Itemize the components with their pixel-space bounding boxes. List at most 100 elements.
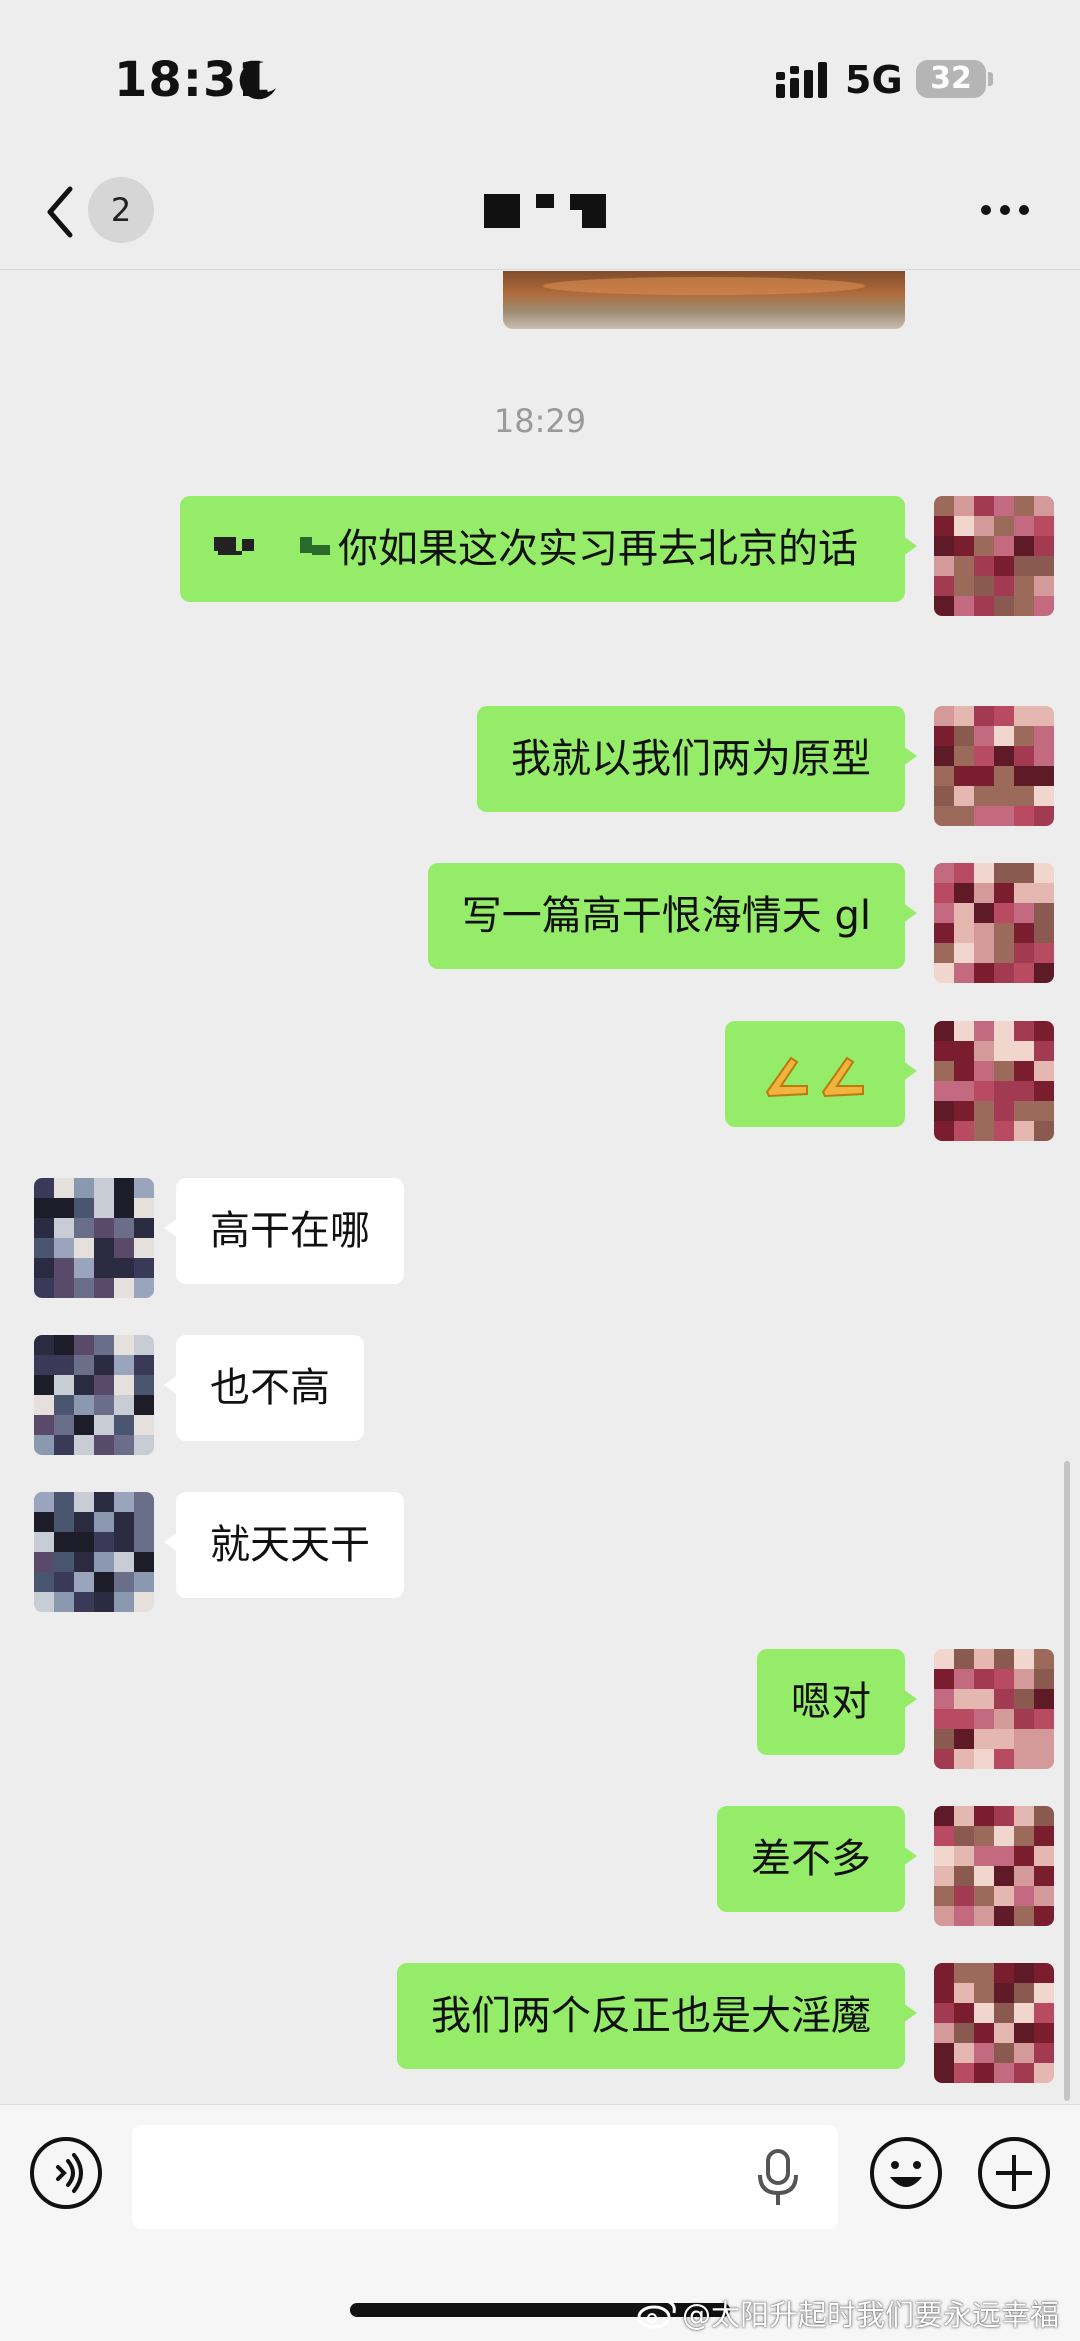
avatar-mosaic-cell	[134, 1198, 154, 1218]
my-message-bubble[interactable]: 你如果这次实习再去北京的话	[180, 496, 917, 602]
weibo-logo-icon	[637, 2299, 676, 2329]
avatar-mosaic-cell	[974, 746, 994, 766]
emoji-button-icon[interactable]	[868, 2135, 944, 2211]
avatar-mosaic-cell	[74, 1435, 94, 1455]
avatar-mosaic-cell	[114, 1435, 134, 1455]
avatar-mosaic-cell	[994, 1886, 1014, 1906]
contact-avatar[interactable]	[34, 1178, 154, 1298]
avatar-mosaic-cell	[34, 1178, 54, 1198]
my-avatar[interactable]	[934, 706, 1054, 826]
avatar-mosaic-cell	[994, 2063, 1014, 2083]
avatar-mosaic-cell	[1034, 1846, 1054, 1866]
avatar-mosaic-cell	[1034, 496, 1054, 516]
avatar-mosaic-cell	[994, 1081, 1014, 1101]
avatar-mosaic-cell	[74, 1238, 94, 1258]
unread-count-badge[interactable]: 2	[88, 177, 154, 243]
avatar-mosaic-cell	[934, 1689, 954, 1709]
avatar-mosaic-cell	[934, 596, 954, 616]
avatar-mosaic-cell	[934, 2023, 954, 2043]
message-text: 高干在哪	[210, 1208, 370, 1254]
avatar-mosaic-cell	[974, 1081, 994, 1101]
avatar-mosaic-cell	[934, 1021, 954, 1041]
avatar-mosaic-cell	[34, 1395, 54, 1415]
avatar-mosaic-cell	[134, 1552, 154, 1572]
avatar-mosaic-cell	[54, 1335, 74, 1355]
my-avatar[interactable]	[934, 1021, 1054, 1141]
contact-message-bubble[interactable]: 高干在哪	[164, 1178, 404, 1284]
avatar-mosaic-cell	[1014, 1649, 1034, 1669]
avatar-mosaic-cell	[934, 706, 954, 726]
avatar-mosaic-cell	[994, 1649, 1014, 1669]
avatar-mosaic-cell	[54, 1375, 74, 1395]
microphone-icon[interactable]	[756, 2149, 800, 2207]
avatar-mosaic-cell	[54, 1198, 74, 1218]
avatar-mosaic-cell	[74, 1532, 94, 1552]
avatar-mosaic-cell	[994, 1689, 1014, 1709]
my-avatar[interactable]	[934, 1806, 1054, 1926]
avatar-mosaic-cell	[74, 1355, 94, 1375]
avatar-mosaic-cell	[1014, 1689, 1034, 1709]
avatar-mosaic-cell	[974, 1963, 994, 1983]
avatar-mosaic-cell	[994, 1749, 1014, 1769]
avatar-mosaic-cell	[954, 726, 974, 746]
avatar-mosaic-cell	[94, 1178, 114, 1198]
avatar-mosaic-cell	[994, 963, 1014, 983]
avatar-mosaic-cell	[1014, 2003, 1034, 2023]
avatar-mosaic-cell	[1034, 2063, 1054, 2083]
avatar-mosaic-cell	[974, 1121, 994, 1141]
avatar-mosaic-cell	[74, 1335, 94, 1355]
scrollbar[interactable]	[1064, 1461, 1070, 2101]
my-message-bubble[interactable]: 嗯对	[757, 1649, 917, 1755]
contact-avatar[interactable]	[34, 1335, 154, 1455]
my-avatar[interactable]	[934, 496, 1054, 616]
redacted-contact-name	[484, 194, 606, 228]
avatar-mosaic-cell	[134, 1178, 154, 1198]
avatar-mosaic-cell	[934, 1729, 954, 1749]
avatar-mosaic-cell	[74, 1592, 94, 1612]
avatar-mosaic-cell	[934, 746, 954, 766]
contact-avatar[interactable]	[34, 1492, 154, 1612]
image-message-thumbnail[interactable]	[503, 271, 905, 329]
avatar-mosaic-cell	[74, 1512, 94, 1532]
avatar-mosaic-cell	[954, 963, 974, 983]
my-avatar[interactable]	[934, 863, 1054, 983]
avatar-mosaic-cell	[74, 1178, 94, 1198]
my-message-bubble[interactable]: 差不多	[717, 1806, 917, 1912]
avatar-mosaic-cell	[1034, 706, 1054, 726]
plus-button-icon[interactable]	[976, 2135, 1052, 2211]
avatar-mosaic-cell	[934, 1101, 954, 1121]
my-message-bubble[interactable]: 写一篇高干恨海情天 gl	[427, 863, 918, 969]
my-avatar[interactable]	[934, 1649, 1054, 1769]
avatar-mosaic-cell	[114, 1238, 134, 1258]
avatar-mosaic-cell	[1034, 1963, 1054, 1983]
avatar-mosaic-cell	[94, 1532, 114, 1552]
my-avatar[interactable]	[934, 1963, 1054, 2083]
avatar-mosaic-cell	[974, 1669, 994, 1689]
avatar-mosaic-cell	[1014, 2023, 1034, 2043]
praying-hands-emoji-icon	[821, 1056, 864, 1098]
avatar-mosaic-cell	[994, 726, 1014, 746]
avatar-mosaic-cell	[1014, 1983, 1034, 2003]
my-message-bubble[interactable]: 我们两个反正也是大淫魔	[397, 1963, 917, 2069]
avatar-mosaic-cell	[954, 903, 974, 923]
avatar-mosaic-cell	[114, 1552, 134, 1572]
contact-message-bubble[interactable]: 就天天干	[164, 1492, 404, 1598]
my-message-bubble[interactable]: 🙏🙏	[725, 1021, 917, 1127]
more-options-icon[interactable]	[980, 202, 1030, 218]
my-message-bubble[interactable]: 我就以我们两为原型	[477, 706, 917, 812]
avatar-mosaic-cell	[974, 1689, 994, 1709]
avatar-mosaic-cell	[134, 1278, 154, 1298]
avatar-mosaic-cell	[954, 766, 974, 786]
avatar-mosaic-cell	[94, 1512, 114, 1532]
chat-message-list[interactable]: 18:29 你如果这次实习再去北京的话 我就以我们两为原型 写一篇高干恨海情天 …	[0, 271, 1080, 2103]
back-chevron-icon[interactable]	[44, 185, 78, 239]
message-input[interactable]	[132, 2125, 838, 2229]
avatar-mosaic-cell	[54, 1492, 74, 1512]
contact-message-bubble[interactable]: 也不高	[164, 1335, 364, 1441]
avatar-mosaic-cell	[994, 806, 1014, 826]
avatar-mosaic-cell	[974, 596, 994, 616]
avatar-mosaic-cell	[934, 576, 954, 596]
avatar-mosaic-cell	[954, 1749, 974, 1769]
voice-mode-button-icon[interactable]	[28, 2135, 104, 2211]
avatar-mosaic-cell	[974, 1846, 994, 1866]
